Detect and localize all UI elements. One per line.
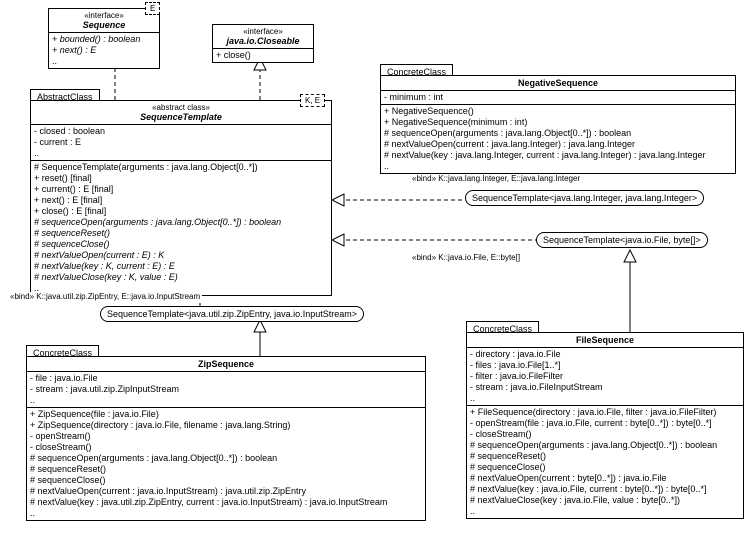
member-row: # sequenceClose()	[470, 462, 740, 473]
member-row: ..	[470, 506, 740, 517]
param-zip: SequenceTemplate<java.util.zip.ZipEntry,…	[100, 306, 364, 322]
member-row: - stream : java.io.FileInputStream	[470, 382, 740, 393]
member-row: + ZipSequence(file : java.io.File)	[30, 409, 422, 420]
sequence-interface: «interface» Sequence + bounded() : boole…	[48, 8, 160, 69]
bind-file-label: «bind» K::java.io.File, E::byte[]	[410, 253, 522, 262]
member-row: + current() : E [final]	[34, 184, 328, 195]
template-param: K, E	[300, 94, 325, 107]
negative-name: NegativeSequence	[385, 78, 731, 88]
member-row: # sequenceReset()	[470, 451, 740, 462]
member-row: - closeStream()	[30, 442, 422, 453]
zip-sequence-class: ZipSequence - file : java.io.File- strea…	[26, 356, 426, 521]
member-row: # SequenceTemplate(arguments : java.lang…	[34, 162, 328, 173]
member-row: - minimum : int	[384, 92, 732, 103]
member-row: # nextValueClose(key : K, value : E)	[34, 272, 328, 283]
member-row: # nextValueClose(key : java.io.File, val…	[470, 495, 740, 506]
param-file: SequenceTemplate<java.io.File, byte[]>	[536, 232, 708, 248]
member-row: # sequenceReset()	[34, 228, 328, 239]
member-row: + next() : E	[52, 45, 156, 56]
member-row: # nextValueOpen(current : java.lang.Inte…	[384, 139, 732, 150]
member-row: # sequenceOpen(arguments : java.lang.Obj…	[30, 453, 422, 464]
member-row: # sequenceOpen(arguments : java.lang.Obj…	[34, 217, 328, 228]
param-negative: SequenceTemplate<java.lang.Integer, java…	[465, 190, 704, 206]
zip-name: ZipSequence	[31, 359, 421, 369]
member-row: # nextValueOpen(current : E) : K	[34, 250, 328, 261]
sequence-param: E	[145, 2, 160, 15]
member-row: # sequenceOpen(arguments : java.lang.Obj…	[384, 128, 732, 139]
member-row: # sequenceReset()	[30, 464, 422, 475]
member-row: # sequenceClose()	[34, 239, 328, 250]
member-row: + NegativeSequence(minimum : int)	[384, 117, 732, 128]
file-name: FileSequence	[471, 335, 739, 345]
negative-sequence-class: NegativeSequence - minimum : int + Negat…	[380, 75, 736, 174]
member-row: # sequenceClose()	[30, 475, 422, 486]
member-row: - directory : java.io.File	[470, 349, 740, 360]
member-row: ..	[52, 56, 156, 67]
member-row: # sequenceOpen(arguments : java.lang.Obj…	[470, 440, 740, 451]
member-row: ..	[34, 148, 328, 159]
member-row: # nextValueOpen(current : java.io.InputS…	[30, 486, 422, 497]
member-row: - files : java.io.File[1..*]	[470, 360, 740, 371]
member-row: + bounded() : boolean	[52, 34, 156, 45]
member-row: - openStream()	[30, 431, 422, 442]
member-row: + close() : E [final]	[34, 206, 328, 217]
member-row: # nextValue(key : K, current : E) : E	[34, 261, 328, 272]
bind-zip-label: «bind» K::java.util.zip.ZipEntry, E::jav…	[8, 292, 202, 301]
member-row: + close()	[216, 50, 310, 61]
member-row: - file : java.io.File	[30, 373, 422, 384]
closeable-stereo: «interface»	[217, 27, 309, 36]
member-row: # nextValue(key : java.lang.Integer, cur…	[384, 150, 732, 161]
member-row: ..	[30, 395, 422, 406]
member-row: ..	[30, 508, 422, 519]
member-row: + next() : E [final]	[34, 195, 328, 206]
member-row: - filter : java.io.FileFilter	[470, 371, 740, 382]
member-row: + FileSequence(directory : java.io.File,…	[470, 407, 740, 418]
closeable-interface: «interface» java.io.Closeable + close()	[212, 24, 314, 63]
member-row: ..	[470, 393, 740, 404]
member-row: # nextValue(key : java.util.zip.ZipEntry…	[30, 497, 422, 508]
sequence-template-class: «abstract class» SequenceTemplate - clos…	[30, 100, 332, 296]
member-row: - current : E	[34, 137, 328, 148]
member-row: ..	[384, 161, 732, 172]
member-row: # nextValue(key : java.io.File, current …	[470, 484, 740, 495]
member-row: - openStream(file : java.io.File, curren…	[470, 418, 740, 429]
member-row: + NegativeSequence()	[384, 106, 732, 117]
member-row: + ZipSequence(directory : java.io.File, …	[30, 420, 422, 431]
sequence-name: Sequence	[53, 20, 155, 30]
bind-negative-label: «bind» K::java.lang.Integer, E::java.lan…	[410, 174, 582, 183]
member-row: - closeStream()	[470, 429, 740, 440]
member-row: + reset() [final]	[34, 173, 328, 184]
sequence-stereo: «interface»	[53, 11, 155, 20]
member-row: # nextValueOpen(current : byte[0..*]) : …	[470, 473, 740, 484]
template-stereo: «abstract class»	[35, 103, 327, 112]
closeable-name: java.io.Closeable	[217, 36, 309, 46]
template-name: SequenceTemplate	[35, 112, 327, 122]
member-row: - closed : boolean	[34, 126, 328, 137]
member-row: - stream : java.util.zip.ZipInputStream	[30, 384, 422, 395]
file-sequence-class: FileSequence - directory : java.io.File-…	[466, 332, 744, 519]
